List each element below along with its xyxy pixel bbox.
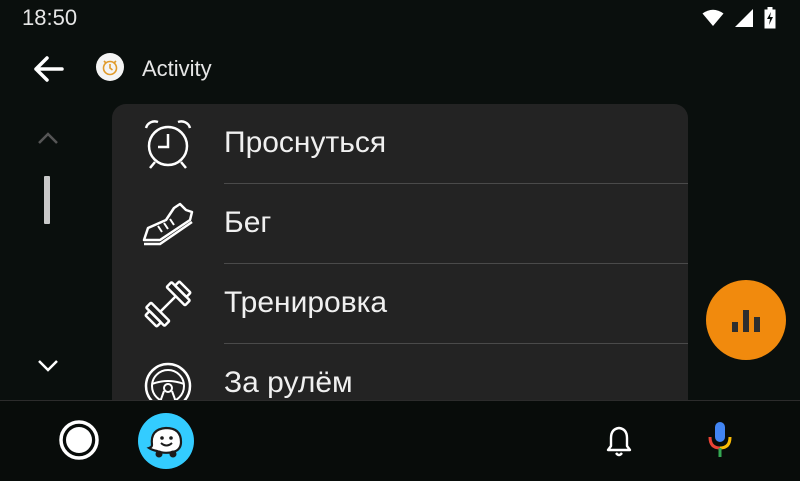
list-item-label: Тренировка: [224, 286, 388, 319]
cellular-signal-icon: [735, 9, 753, 27]
list-item-wake-up[interactable]: Проснуться: [112, 104, 688, 184]
stats-fab-button[interactable]: [706, 280, 786, 360]
voice-assistant-button[interactable]: [700, 417, 740, 463]
list-item-label: За рулём: [224, 366, 353, 399]
list-item-workout[interactable]: Тренировка: [112, 264, 688, 344]
bottom-nav-bar: [0, 400, 800, 481]
waze-icon: [146, 426, 183, 458]
notifications-button[interactable]: [602, 423, 636, 459]
list-item-driving[interactable]: За рулём: [112, 344, 688, 400]
activity-list: Проснуться Бег Тренировка За рулём: [112, 104, 688, 400]
battery-charging-icon: [764, 7, 776, 29]
back-button[interactable]: [28, 52, 68, 86]
wifi-icon: [702, 9, 724, 26]
status-bar: 18:50: [0, 0, 800, 36]
status-icons: [702, 7, 776, 29]
alarm-clock-app-icon: [102, 60, 118, 76]
app-logo: [96, 53, 124, 81]
chevron-up-icon: [38, 132, 58, 144]
home-button[interactable]: [58, 419, 100, 461]
list-item-label: Бег: [224, 206, 272, 239]
status-time: 18:50: [22, 5, 78, 30]
scroll-down-button[interactable]: [34, 352, 62, 380]
waze-app-button[interactable]: [138, 413, 194, 469]
dumbbell-icon: [140, 278, 196, 330]
steering-wheel-icon: [140, 358, 196, 400]
page-title: Activity: [142, 56, 212, 81]
bell-icon: [606, 426, 632, 457]
microphone-icon: [708, 422, 732, 457]
home-circle-icon: [59, 420, 99, 460]
bar-chart-icon: [732, 310, 760, 332]
scrollbar-thumb[interactable]: [44, 176, 50, 224]
arrow-back-icon: [34, 56, 64, 82]
scroll-up-button[interactable]: [34, 124, 62, 152]
list-item-running[interactable]: Бег: [112, 184, 688, 264]
running-shoe-icon: [140, 198, 196, 250]
app-bar: Activity: [0, 44, 800, 96]
list-item-label: Проснуться: [224, 126, 387, 159]
alarm-clock-icon: [140, 118, 196, 170]
chevron-down-icon: [38, 360, 58, 372]
